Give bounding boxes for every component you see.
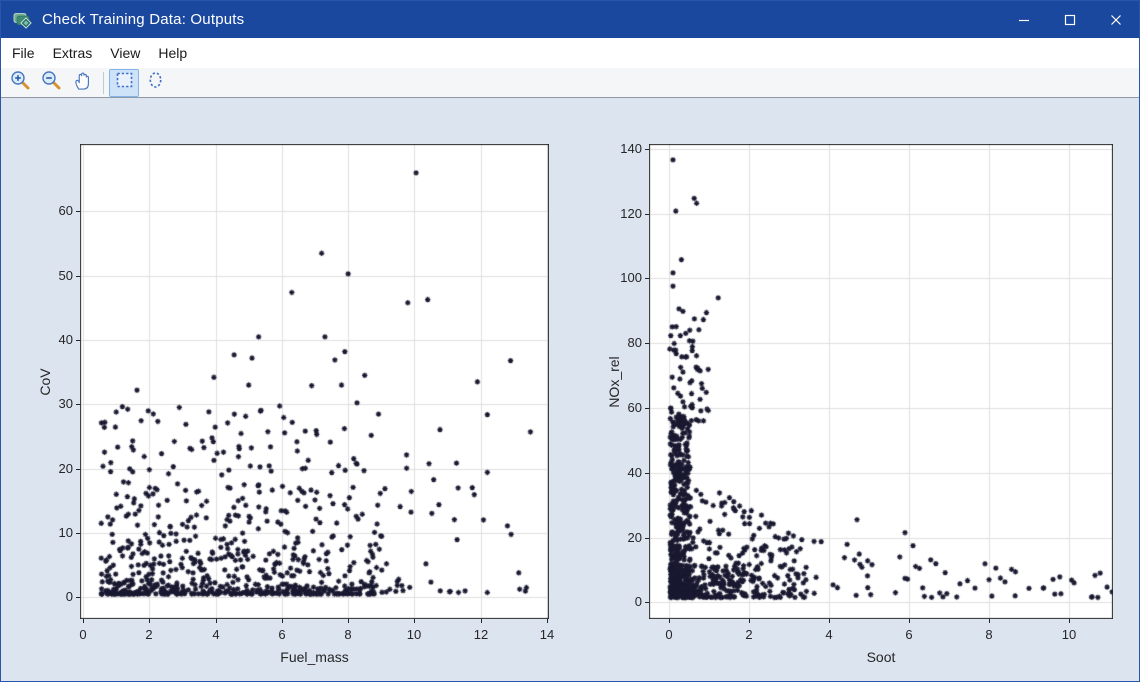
y-tick-mark [76,404,80,405]
y-tick-mark [76,533,80,534]
y-tick-mark [76,469,80,470]
x-tick-label: 14 [527,627,567,642]
menu-item-file[interactable]: File [3,40,44,66]
maximize-button[interactable] [1047,1,1093,38]
plot-canvas-right[interactable] [649,144,1113,619]
y-tick-label: 60 [33,203,73,218]
x-tick-label: 8 [328,627,368,642]
y-tick-label: 120 [602,206,642,221]
x-tick-label: 2 [129,627,169,642]
x-tick-mark [829,619,830,623]
y-axis-label: NOx_rel [606,356,622,407]
y-tick-label: 0 [602,594,642,609]
y-tick-mark [645,278,649,279]
rect-select-button[interactable] [109,69,139,97]
x-tick-mark [348,619,349,623]
scatter-plot-noxrel-vs-soot[interactable] [649,144,1113,619]
scatter-plot-cov-vs-fuelmass[interactable] [80,144,549,619]
y-tick-mark [645,214,649,215]
y-tick-mark [76,340,80,341]
ellipse-select-button[interactable] [140,69,170,97]
close-button[interactable] [1093,1,1139,38]
y-tick-label: 0 [33,589,73,604]
x-tick-mark [282,619,283,623]
y-tick-mark [76,211,80,212]
app-icon [12,9,34,31]
x-tick-label: 0 [63,627,103,642]
plot-content-area: 024681012140102030405060Fuel_massCoV0246… [1,98,1139,681]
toolbar-separator [103,72,104,94]
x-tick-mark [749,619,750,623]
window-controls [1001,1,1139,38]
minimize-button[interactable] [1001,1,1047,38]
x-tick-label: 6 [262,627,302,642]
x-tick-label: 8 [969,627,1009,642]
toolbar [1,68,1139,98]
x-tick-mark [547,619,548,623]
y-tick-label: 80 [602,335,642,350]
y-tick-label: 20 [602,530,642,545]
ellipse-select-icon [145,70,166,96]
window-title: Check Training Data: Outputs [42,11,244,28]
y-tick-label: 40 [602,465,642,480]
y-tick-label: 40 [33,332,73,347]
menu-item-help[interactable]: Help [149,40,196,66]
zoom-out-icon [40,69,62,96]
x-tick-mark [83,619,84,623]
x-tick-mark [669,619,670,623]
menu-item-view[interactable]: View [101,40,149,66]
y-tick-mark [645,538,649,539]
x-tick-label: 4 [196,627,236,642]
y-tick-label: 100 [602,270,642,285]
x-axis-label: Soot [649,649,1113,665]
y-tick-label: 30 [33,396,73,411]
x-tick-label: 6 [889,627,929,642]
x-tick-label: 10 [1049,627,1089,642]
y-tick-label: 140 [602,141,642,156]
pan-hand-icon [72,70,93,96]
rect-select-icon [114,70,135,96]
x-tick-mark [989,619,990,623]
y-tick-mark [76,276,80,277]
x-tick-mark [216,619,217,623]
menubar: FileExtrasViewHelp [1,38,1139,68]
zoom-in-button[interactable] [5,69,35,97]
zoom-out-button[interactable] [36,69,66,97]
x-tick-mark [909,619,910,623]
zoom-in-icon [9,69,31,96]
plot-canvas-left[interactable] [80,144,549,619]
x-tick-mark [1069,619,1070,623]
x-tick-mark [149,619,150,623]
x-tick-label: 2 [729,627,769,642]
x-tick-label: 12 [461,627,501,642]
y-tick-mark [645,343,649,344]
y-tick-label: 50 [33,268,73,283]
y-tick-mark [645,473,649,474]
y-tick-mark [645,149,649,150]
menu-item-extras[interactable]: Extras [44,40,102,66]
pan-button[interactable] [67,69,97,97]
app-window: Check Training Data: Outputs FileExtrasV… [0,0,1140,682]
y-axis-label: CoV [37,368,53,395]
x-tick-label: 10 [394,627,434,642]
y-tick-mark [76,597,80,598]
x-tick-label: 0 [649,627,689,642]
y-tick-mark [645,408,649,409]
x-tick-mark [414,619,415,623]
x-tick-label: 4 [809,627,849,642]
x-tick-mark [481,619,482,623]
y-tick-label: 10 [33,525,73,540]
y-tick-mark [645,602,649,603]
y-tick-label: 20 [33,461,73,476]
titlebar: Check Training Data: Outputs [1,1,1139,38]
x-axis-label: Fuel_mass [80,649,549,665]
